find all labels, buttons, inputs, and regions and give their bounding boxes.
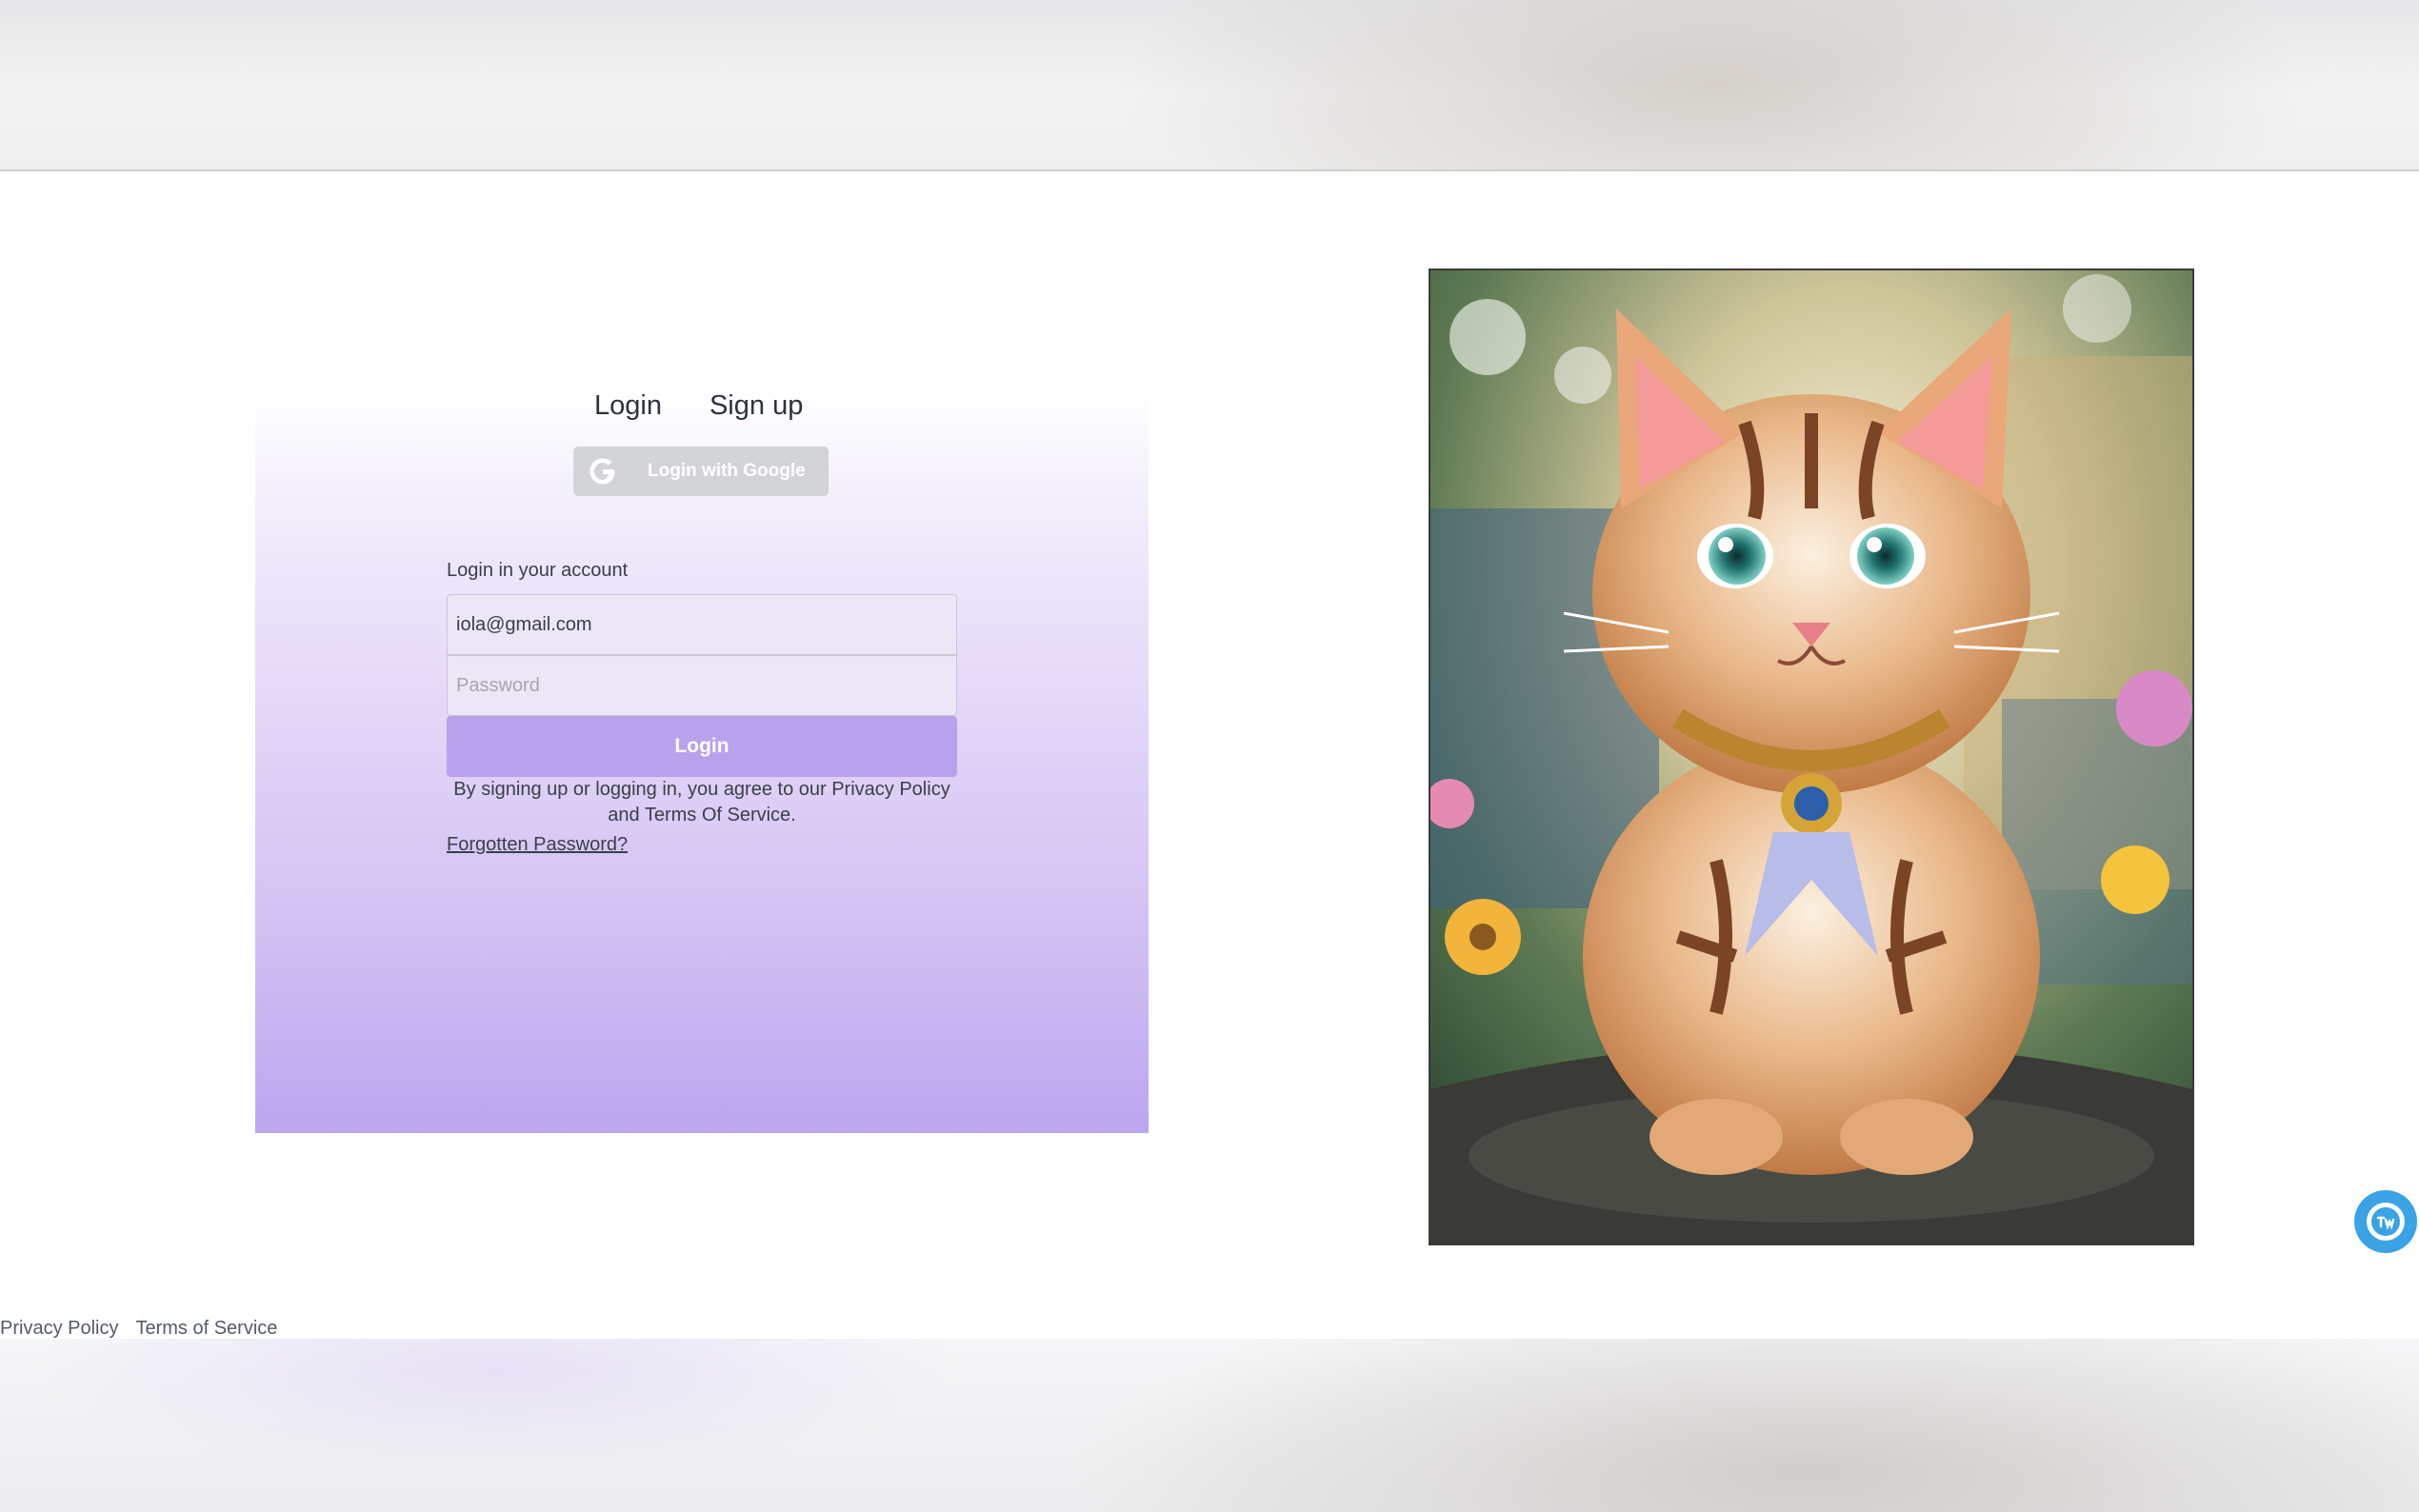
email-field[interactable] [447,594,957,655]
footer-links: Privacy Policy Terms of Service [0,1318,277,1340]
kitten-illustration [1430,270,2192,1243]
agreement-text: By signing up or logging in, you agree t… [447,777,957,828]
google-button-label: Login with Google [648,461,806,481]
tab-login[interactable]: Login [594,390,662,428]
chat-widget-icon [2367,1203,2405,1241]
agreement-line-1: By signing up or logging in, you agree t… [453,779,950,800]
chat-widget-button[interactable] [2354,1190,2417,1253]
password-field[interactable] [447,655,957,716]
footer-terms-of-service-link[interactable]: Terms of Service [135,1318,277,1340]
login-button[interactable]: Login [447,716,957,777]
google-g-icon [590,458,615,485]
auth-tabs: Login Sign up [594,390,808,428]
bottom-banner [0,1339,2419,1512]
login-with-google-button[interactable]: Login with Google [573,447,829,496]
tab-sign-up[interactable]: Sign up [710,390,803,428]
hero-image [1429,269,2194,1245]
footer-privacy-policy-link[interactable]: Privacy Policy [0,1318,118,1340]
agreement-line-2: and Terms Of Service. [608,805,796,826]
form-title: Login in your account [447,560,629,581]
top-banner [0,0,2419,171]
forgot-password-link[interactable]: Forgotten Password? [447,834,628,856]
